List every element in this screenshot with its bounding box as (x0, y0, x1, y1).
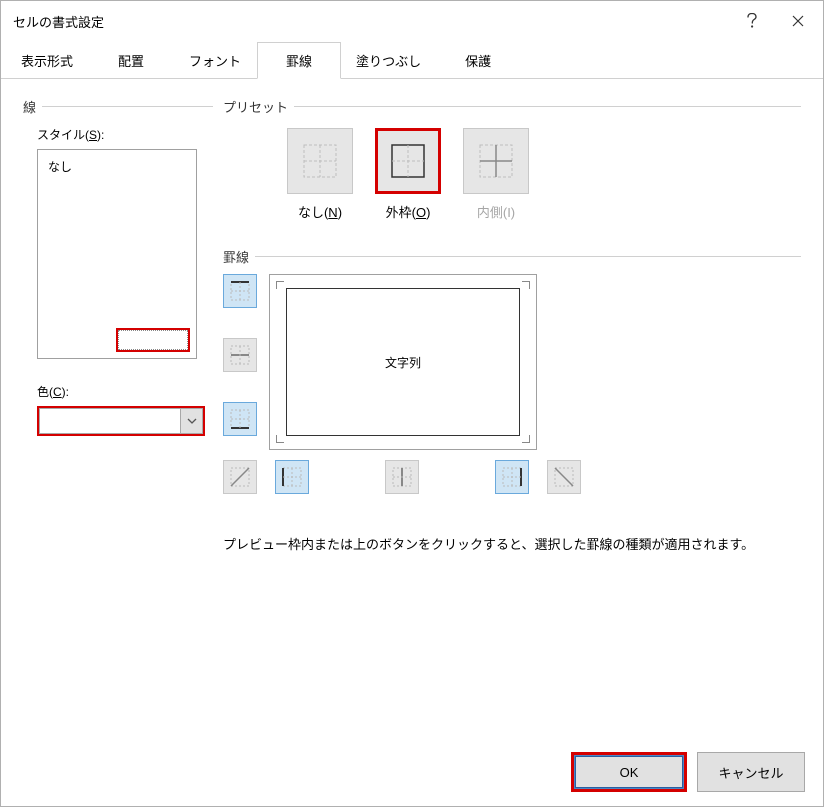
tab-protection[interactable]: 保護 (436, 42, 520, 79)
border-body: 文字列 (223, 274, 801, 450)
preset-row: なし(N) 外枠(O) (287, 128, 801, 221)
border-bottom-icon (228, 407, 252, 431)
color-label: 色(C): (37, 383, 203, 400)
tab-border[interactable]: 罫線 (257, 42, 341, 79)
help-button[interactable] (729, 3, 775, 39)
tab-font[interactable]: フォント (173, 42, 257, 79)
border-hmiddle-button[interactable] (223, 338, 257, 372)
style-label: スタイル(S): (37, 126, 203, 143)
dialog-buttons: OK キャンセル (571, 752, 805, 792)
ok-button-highlight: OK (571, 752, 687, 792)
cancel-label: キャンセル (718, 763, 783, 782)
border-vmiddle-icon (390, 465, 414, 489)
dialog-title: セルの書式設定 (13, 12, 729, 31)
border-diag-up-icon (228, 465, 252, 489)
preset-outline: 外枠(O) (375, 128, 441, 221)
right-area: プリセット なし(N) (223, 97, 801, 553)
preset-inside: 内側(I) (463, 128, 529, 221)
border-left-button[interactable] (275, 460, 309, 494)
border-top-icon (228, 279, 252, 303)
style-listbox[interactable]: なし (37, 149, 197, 359)
border-hmiddle-icon (228, 343, 252, 367)
border-diag-up-button[interactable] (223, 460, 257, 494)
color-combo-highlight (37, 406, 205, 436)
preset-inside-label: 内側(I) (477, 202, 515, 221)
border-bottom-buttons (223, 460, 801, 494)
preview-text: 文字列 (385, 354, 421, 371)
dialog-content: 線 スタイル(S): なし 色(C): (1, 79, 823, 806)
ok-label: OK (620, 765, 639, 780)
preset-group-header: プリセット (223, 97, 801, 116)
dialog-window: セルの書式設定 表示形式 配置 フォント 罫線 塗りつぶし 保護 線 (0, 0, 824, 807)
titlebar: セルの書式設定 (1, 1, 823, 41)
border-top-button[interactable] (223, 274, 257, 308)
border-none-icon (300, 141, 340, 181)
border-group-header: 罫線 (223, 247, 801, 266)
preset-none-button[interactable] (287, 128, 353, 194)
tab-fill[interactable]: 塗りつぶし (341, 42, 436, 79)
close-button[interactable] (775, 3, 821, 39)
border-inside-icon (476, 141, 516, 181)
border-left-buttons (223, 274, 257, 450)
preset-outline-button[interactable] (375, 128, 441, 194)
tab-bar: 表示形式 配置 フォント 罫線 塗りつぶし 保護 (1, 41, 823, 79)
border-preview[interactable]: 文字列 (269, 274, 537, 450)
preset-none: なし(N) (287, 128, 353, 221)
border-outline-icon (388, 141, 428, 181)
preview-cell: 文字列 (286, 288, 520, 436)
border-vmiddle-button[interactable] (385, 460, 419, 494)
border-diag-down-icon (552, 465, 576, 489)
color-value (40, 409, 180, 433)
tab-alignment[interactable]: 配置 (89, 42, 173, 79)
border-group-label: 罫線 (223, 247, 255, 266)
border-right-button[interactable] (495, 460, 529, 494)
hint-text: プレビュー枠内または上のボタンをクリックすると、選択した罫線の種類が適用されます… (223, 534, 801, 553)
close-icon (792, 15, 804, 27)
preset-none-label: なし(N) (298, 202, 342, 221)
border-left-icon (280, 465, 304, 489)
style-selected-swatch[interactable] (116, 328, 190, 352)
chevron-down-icon (187, 418, 197, 424)
color-combobox[interactable] (39, 408, 203, 434)
cancel-button[interactable]: キャンセル (697, 752, 805, 792)
line-group-label: 線 (23, 97, 42, 116)
preset-inside-button[interactable] (463, 128, 529, 194)
border-bottom-button[interactable] (223, 402, 257, 436)
help-icon (746, 13, 758, 29)
ok-button[interactable]: OK (574, 755, 684, 789)
preset-outline-label: 外枠(O) (386, 202, 431, 221)
color-dropdown-button[interactable] (180, 409, 202, 433)
border-right-icon (500, 465, 524, 489)
border-section: 罫線 (223, 247, 801, 494)
line-group-header: 線 (23, 97, 213, 116)
tab-display-format[interactable]: 表示形式 (5, 42, 89, 79)
preset-group-label: プリセット (223, 97, 294, 116)
style-option-none[interactable]: なし (48, 158, 72, 175)
line-panel: 線 スタイル(S): なし 色(C): (23, 97, 213, 436)
border-diag-down-button[interactable] (547, 460, 581, 494)
